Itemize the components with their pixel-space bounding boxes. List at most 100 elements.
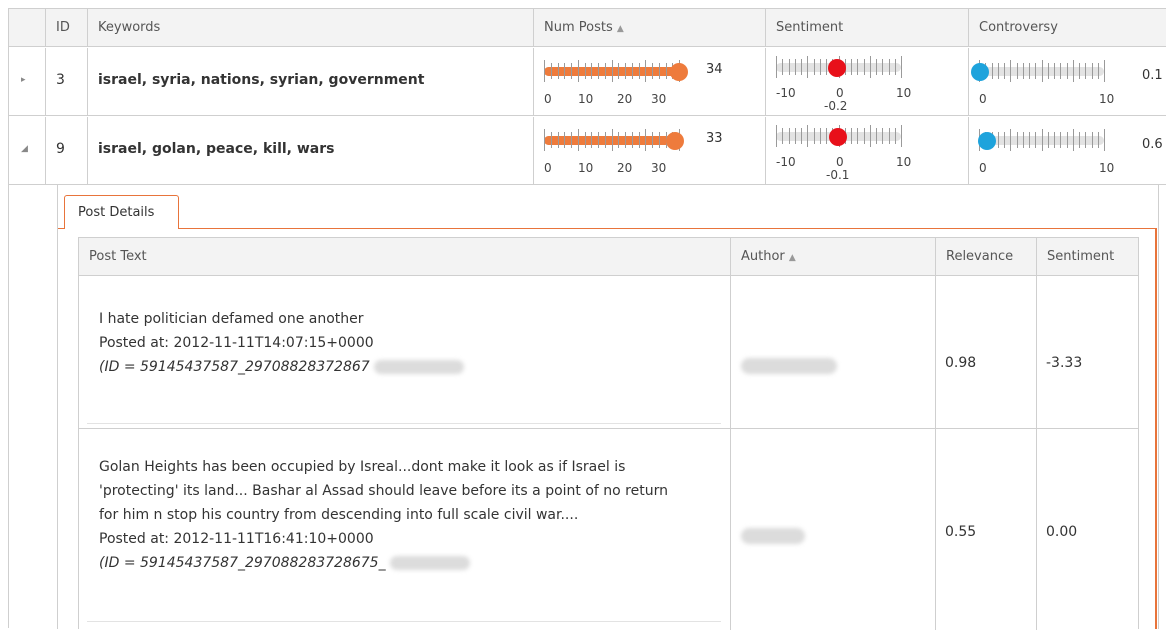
slider-tick [544, 129, 545, 151]
col-header-id[interactable]: ID [45, 9, 87, 47]
id-cell: 3 [45, 48, 87, 116]
controversy-value: 0.1 [1142, 68, 1163, 83]
column-divider [1036, 276, 1037, 630]
slider-tick [1004, 63, 1005, 79]
post-timestamp: Posted at: 2012-11-11T16:41:10+0000 [99, 531, 374, 547]
slider-tick [888, 128, 890, 144]
slider-tick [550, 63, 552, 79]
slider-tick [611, 129, 613, 151]
sentiment-cell: -10 0 10 -0.2 [765, 48, 968, 116]
slider-handle[interactable] [828, 59, 847, 77]
sentiment-slider[interactable] [776, 123, 906, 153]
slider-tick [591, 132, 593, 148]
slider-tick [571, 63, 572, 79]
row-keywords: israel, syria, nations, syrian, governme… [98, 72, 425, 88]
slider-tick [571, 132, 572, 148]
slider-tick [1022, 63, 1024, 79]
collapse-arrow-icon[interactable]: ◢ [21, 144, 28, 154]
slider-tick [577, 60, 579, 82]
post-id: (ID = 59145437587_297088283728675_ [99, 551, 729, 575]
slider-tick [638, 132, 640, 148]
col-header-num-posts-label: Num Posts [544, 20, 613, 35]
col-header-relevance[interactable]: Relevance [935, 238, 1036, 276]
row-divider [79, 428, 1138, 429]
controversy-slider[interactable] [971, 58, 1109, 88]
keywords-cell: israel, syria, nations, syrian, governme… [87, 48, 533, 116]
slider-tick [788, 59, 790, 75]
slider-tick [776, 125, 777, 147]
expand-cell: ◢ [9, 117, 45, 185]
post-id-text: (ID = 59145437587_297088283728675_ [99, 555, 386, 571]
table-row[interactable]: ◢ 9 israel, golan, peace, kill, wars 0 1… [9, 117, 1166, 185]
num-posts-value: 34 [706, 62, 723, 77]
redacted-id-suffix [373, 360, 464, 374]
slider-handle[interactable] [977, 132, 996, 150]
post-text-line: Golan Heights has been occupied by Isrea… [99, 459, 626, 475]
redacted-author-name [741, 528, 805, 544]
slider-tick [625, 63, 626, 79]
slider-tick [631, 63, 633, 79]
col-header-num-posts[interactable]: Num Posts ▲ [533, 9, 765, 47]
slider-tick [888, 59, 890, 75]
num-posts-slider[interactable] [544, 127, 689, 157]
tab-post-details[interactable]: Post Details [64, 195, 179, 229]
post-relevance: 0.55 [945, 524, 977, 540]
col-header-post-sentiment[interactable]: Sentiment [1036, 238, 1138, 276]
slider-tick [1029, 63, 1030, 79]
slider-tick [1029, 132, 1030, 148]
sentiment-slider[interactable] [776, 54, 906, 84]
slider-tick [782, 59, 784, 75]
controversy-cell: 0 10 0.6 [968, 117, 1166, 185]
slider-tick [658, 63, 660, 79]
slider-tick [1091, 63, 1093, 79]
row-detail-panel: Post Details Post Text Author ▲ Relevanc… [57, 185, 1159, 630]
slider-tick [604, 63, 606, 79]
slider-handle[interactable] [971, 63, 990, 81]
slider-tick [1016, 132, 1018, 148]
slider-tick [807, 125, 809, 147]
col-header-post-text[interactable]: Post Text [79, 238, 730, 276]
slider-tick [564, 63, 566, 79]
row-id: 9 [56, 141, 65, 157]
slider-tick [991, 63, 993, 79]
post-text-line: 'protecting' its land... Bashar al Assad… [99, 483, 668, 499]
post-sentiment: 0.00 [1046, 524, 1078, 540]
slider-tick [665, 63, 667, 79]
tick-label: 10 [578, 161, 594, 175]
slider-tick [894, 128, 896, 144]
slider-handle[interactable] [828, 128, 847, 146]
slider-tick [1060, 132, 1062, 148]
slider-tick [1047, 132, 1049, 148]
slider-tick [1016, 63, 1018, 79]
col-header-sentiment[interactable]: Sentiment [765, 9, 968, 47]
col-header-controversy[interactable]: Controversy [968, 9, 1166, 47]
slider-tick [813, 59, 815, 75]
slider-tick [1085, 63, 1087, 79]
slider-tick [645, 60, 647, 82]
table-row[interactable]: ▸ 3 israel, syria, nations, syrian, gove… [9, 48, 1166, 116]
slider-tick [801, 128, 802, 144]
sort-asc-icon: ▲ [788, 253, 796, 263]
controversy-slider[interactable] [977, 127, 1109, 157]
post-sentiment: -3.33 [1046, 355, 1083, 371]
col-header-keywords[interactable]: Keywords [87, 9, 533, 47]
num-posts-slider[interactable] [544, 58, 689, 88]
slider-tick [1104, 60, 1105, 82]
slider-tick [863, 128, 865, 144]
post-text-cell: Golan Heights has been occupied by Isrea… [99, 455, 729, 575]
slider-tick [1079, 132, 1080, 148]
expand-arrow-icon[interactable]: ▸ [21, 75, 26, 85]
slider-tick [1047, 63, 1049, 79]
id-cell: 9 [45, 117, 87, 185]
slider-tick [1085, 132, 1087, 148]
slider-tick [901, 125, 902, 147]
sentiment-cell: -10 0 10 -0.1 [765, 117, 968, 185]
slider-tick [1091, 132, 1093, 148]
slider-tick [857, 59, 859, 75]
slider-tick [658, 132, 660, 148]
slider-handle[interactable] [670, 63, 688, 81]
col-header-author[interactable]: Author ▲ [730, 238, 935, 276]
slider-handle[interactable] [666, 132, 685, 150]
expand-cell: ▸ [9, 48, 45, 116]
slider-tick [894, 59, 896, 75]
